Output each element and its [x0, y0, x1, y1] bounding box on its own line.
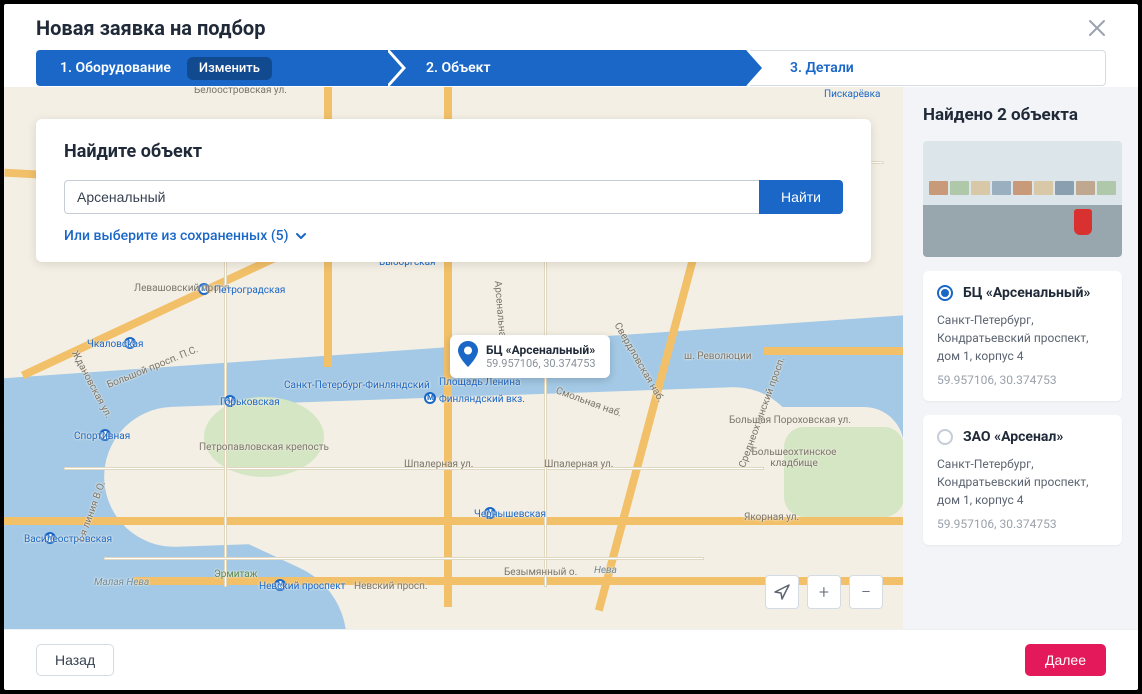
chevron-down-icon — [295, 230, 307, 242]
search-input[interactable] — [64, 180, 759, 214]
map[interactable]: Белоостровская ул. Пискарёвка Левашовски… — [4, 87, 903, 629]
modal-footer: Назад Далее — [4, 629, 1138, 690]
result-item[interactable]: ЗАО «Арсенал» Санкт-Петербург, Кондратье… — [923, 415, 1122, 545]
result-address: Санкт-Петербург, Кондратьевский проспект… — [937, 455, 1108, 509]
change-button[interactable]: Изменить — [187, 57, 272, 80]
next-button[interactable]: Далее — [1025, 644, 1106, 676]
radio-selected[interactable] — [937, 285, 953, 301]
modal-title: Новая заявка на подбор — [36, 16, 265, 40]
step-1-equipment[interactable]: 1. Оборудование Изменить — [36, 50, 386, 86]
radio-unselected[interactable] — [937, 429, 953, 445]
zoom-in-button[interactable]: + — [807, 575, 841, 609]
results-sidebar: Найдено 2 объекта БЦ «Арсенальный» Санкт… — [903, 87, 1138, 629]
zoom-out-button[interactable]: − — [849, 575, 883, 609]
modal-header: Новая заявка на подбор — [4, 4, 1138, 50]
result-address: Санкт-Петербург, Кондратьевский проспект… — [937, 311, 1108, 365]
result-item[interactable]: БЦ «Арсенальный» Санкт-Петербург, Кондра… — [923, 271, 1122, 401]
step-3-label: 3. Детали — [790, 60, 854, 76]
result-name: ЗАО «Арсенал» — [963, 429, 1063, 445]
search-button[interactable]: Найти — [759, 180, 843, 214]
callout-coords: 59.957106, 30.374753 — [486, 357, 596, 370]
result-coords: 59.957106, 30.374753 — [937, 373, 1108, 387]
step-2-label: 2. Объект — [426, 60, 491, 76]
locate-icon — [774, 584, 790, 600]
pin-icon — [458, 341, 478, 367]
results-title: Найдено 2 объекта — [923, 105, 1122, 125]
modal-window: Новая заявка на подбор 1. Оборудование И… — [4, 4, 1138, 690]
search-title: Найдите объект — [64, 141, 843, 162]
result-thumbnail — [923, 141, 1122, 257]
map-callout[interactable]: БЦ «Арсенальный» 59.957106, 30.374753 — [450, 335, 610, 378]
search-panel: Найдите объект Найти Или выберите из сох… — [36, 119, 871, 262]
map-controls: + − — [765, 575, 883, 609]
step-1-label: 1. Оборудование — [60, 60, 171, 76]
close-icon[interactable] — [1088, 19, 1106, 37]
saved-objects-link[interactable]: Или выберите из сохраненных (5) — [64, 228, 307, 244]
result-name: БЦ «Арсенальный» — [963, 285, 1090, 301]
result-coords: 59.957106, 30.374753 — [937, 517, 1108, 531]
back-button[interactable]: Назад — [36, 644, 114, 676]
stepper: 1. Оборудование Изменить 2. Объект 3. Де… — [4, 50, 1138, 86]
step-2-object[interactable]: 2. Объект — [386, 50, 746, 86]
locate-button[interactable] — [765, 575, 799, 609]
callout-title: БЦ «Арсенальный» — [486, 343, 596, 357]
step-3-details[interactable]: 3. Детали — [746, 50, 1106, 86]
